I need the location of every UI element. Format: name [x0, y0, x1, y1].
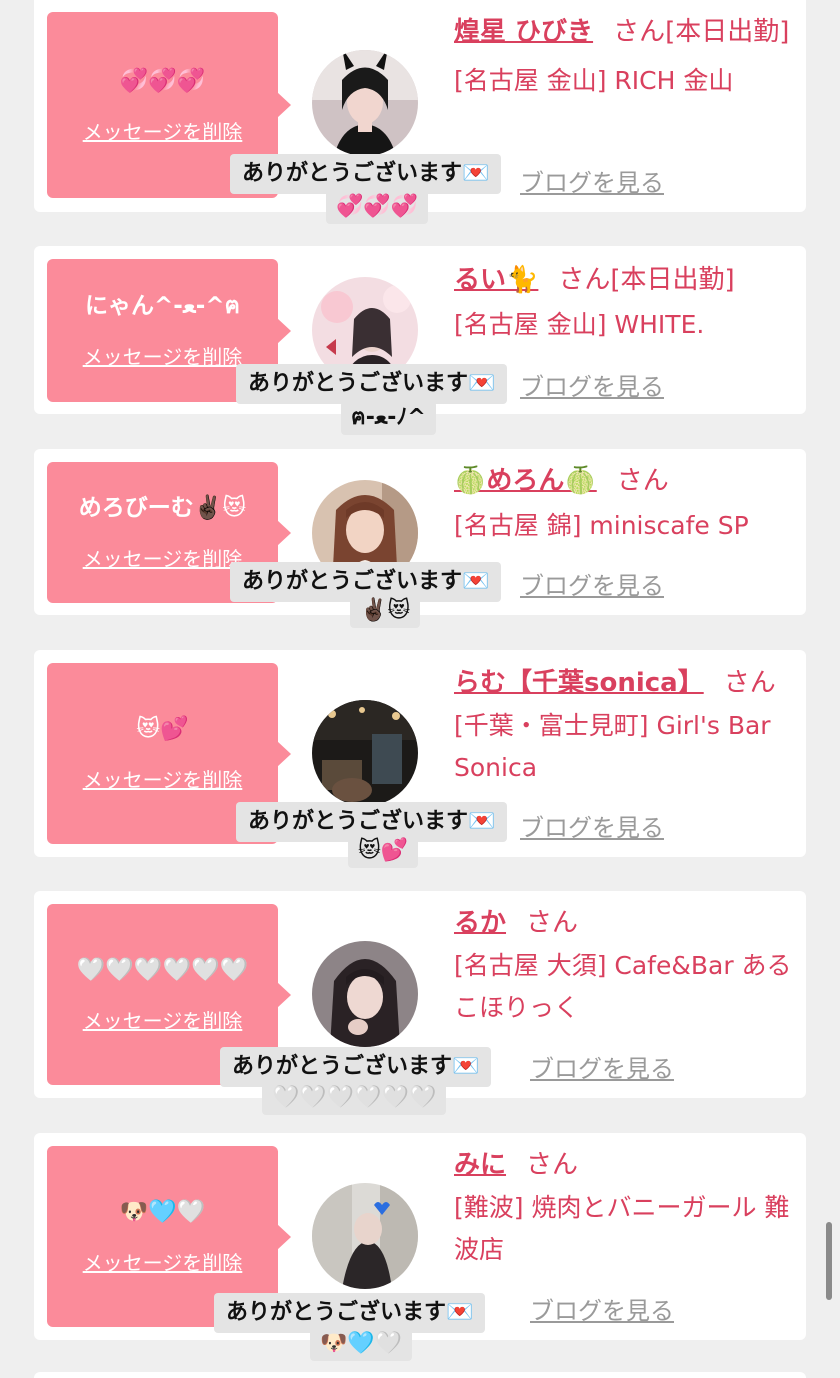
message-card: 🐶🩵🤍 メッセージを削除 みに さん [難波] 焼肉とバニーガール 難波店 ブログ…: [34, 1133, 806, 1361]
cast-name-link[interactable]: みに: [454, 1150, 506, 1180]
shop-name: [名古屋 大須] Cafe&Bar あるこほりっく: [454, 951, 792, 1022]
reply-message-extra: 😻💕: [348, 834, 419, 868]
shop-name: [名古屋 金山] RICH 金山: [454, 66, 734, 95]
reply-message: ありがとうございます💌: [230, 154, 502, 194]
cast-honorific-status: さん: [723, 668, 776, 698]
delete-message-link[interactable]: メッセージを削除: [83, 1247, 243, 1276]
cast-name-line: 煌星 ひびき さん[本日出勤]: [454, 10, 794, 54]
message-card: 🤍🤍🤍🤍🤍🤍 メッセージを削除 るか さん [名古屋 大須] Cafe&Bar あ…: [34, 891, 806, 1115]
reply-message-extra: 🐶🩵🤍: [310, 1327, 413, 1361]
reply-message-extra: 🤍🤍🤍🤍🤍🤍: [262, 1081, 447, 1115]
message-card: めろびーむ✌🏿😻 メッセージを削除 🍈めろん🍈 さん [名古屋 錦] minisc…: [34, 449, 806, 628]
view-blog-link[interactable]: ブログを見る: [530, 1049, 674, 1084]
avatar[interactable]: [312, 941, 418, 1047]
cast-honorific-status: さん[本日出勤]: [558, 265, 735, 295]
cast-name-link[interactable]: 煌星 ひびき: [454, 17, 593, 47]
avatar[interactable]: [312, 50, 418, 156]
message-text: めろびーむ✌🏿😻: [78, 495, 247, 521]
view-blog-link[interactable]: ブログを見る: [520, 566, 664, 601]
message-card-next: [34, 1372, 806, 1378]
cast-name-line: るい🐈 さん[本日出勤]: [454, 258, 794, 302]
cast-info: 煌星 ひびき さん[本日出勤] [名古屋 金山] RICH 金山: [454, 10, 794, 102]
view-blog-link[interactable]: ブログを見る: [520, 163, 664, 198]
avatar[interactable]: [312, 1183, 418, 1289]
message-card: にゃん^-ﻌ-^ฅ メッセージを削除 るい🐈 さん[本日出勤] [名古屋 金山] …: [34, 246, 806, 435]
view-blog-link[interactable]: ブログを見る: [520, 808, 664, 843]
message-text: 😻💕: [136, 716, 189, 742]
cast-name-line: らむ【千葉sonica】 さん: [454, 661, 799, 705]
avatar[interactable]: [312, 700, 418, 806]
cast-name-line: みに さん: [454, 1143, 794, 1187]
message-card: 💞💞💞 メッセージを削除 煌星 ひびき さん[本日出勤] [名古屋 金山] RIC…: [34, 0, 806, 224]
message-card: 😻💕 メッセージを削除 らむ【千葉sonica】 さん [千葉・富士見町] Gir…: [34, 650, 806, 868]
cast-info: るい🐈 さん[本日出勤] [名古屋 金山] WHITE.: [454, 258, 794, 346]
cast-info: みに さん [難波] 焼肉とバニーガール 難波店: [454, 1143, 794, 1271]
cast-name-link[interactable]: 🍈めろん🍈: [454, 466, 597, 496]
cast-honorific-status: さん: [526, 908, 579, 938]
reply-message-extra: 💞💞💞: [326, 190, 429, 224]
cast-name-line: るか さん: [454, 901, 794, 945]
shop-name: [千葉・富士見町] Girl's Bar Sonica: [454, 711, 771, 782]
reply-message-extra: ✌🏿😻: [350, 594, 421, 628]
delete-message-link[interactable]: メッセージを削除: [83, 1005, 243, 1034]
message-text: 🐶🩵🤍: [119, 1199, 206, 1225]
shop-name: [名古屋 金山] WHITE.: [454, 310, 705, 339]
reply-message: ありがとうございます💌: [236, 364, 508, 404]
message-text: にゃん^-ﻌ-^ฅ: [84, 293, 240, 319]
shop-name: [難波] 焼肉とバニーガール 難波店: [454, 1193, 790, 1264]
cast-honorific-status: さん[本日出勤]: [613, 17, 790, 47]
view-blog-link[interactable]: ブログを見る: [520, 367, 664, 402]
cast-info: 🍈めろん🍈 さん [名古屋 錦] miniscafe SP: [454, 459, 794, 547]
view-blog-link[interactable]: ブログを見る: [530, 1291, 674, 1326]
delete-message-link[interactable]: メッセージを削除: [83, 341, 243, 370]
cast-name-line: 🍈めろん🍈 さん: [454, 459, 794, 503]
shop-name: [名古屋 錦] miniscafe SP: [454, 511, 749, 540]
cast-honorific-status: さん: [526, 1150, 579, 1180]
reply-message-extra: ฅ-ﻌ-ﾉ^: [341, 401, 436, 435]
message-text: 💞💞💞: [119, 67, 206, 94]
delete-message-link[interactable]: メッセージを削除: [83, 543, 243, 572]
cast-honorific-status: さん: [616, 466, 669, 496]
cast-info: らむ【千葉sonica】 さん [千葉・富士見町] Girl's Bar Soni…: [454, 661, 799, 789]
delete-message-link[interactable]: メッセージを削除: [83, 116, 243, 145]
cast-name-link[interactable]: らむ【千葉sonica】: [454, 668, 704, 698]
scrollbar[interactable]: [826, 1222, 832, 1300]
cast-info: るか さん [名古屋 大須] Cafe&Bar あるこほりっく: [454, 901, 794, 1029]
delete-message-link[interactable]: メッセージを削除: [83, 764, 243, 793]
cast-name-link[interactable]: るか: [454, 908, 506, 938]
cast-name-link[interactable]: るい🐈: [454, 265, 538, 295]
message-text: 🤍🤍🤍🤍🤍🤍: [76, 957, 249, 983]
